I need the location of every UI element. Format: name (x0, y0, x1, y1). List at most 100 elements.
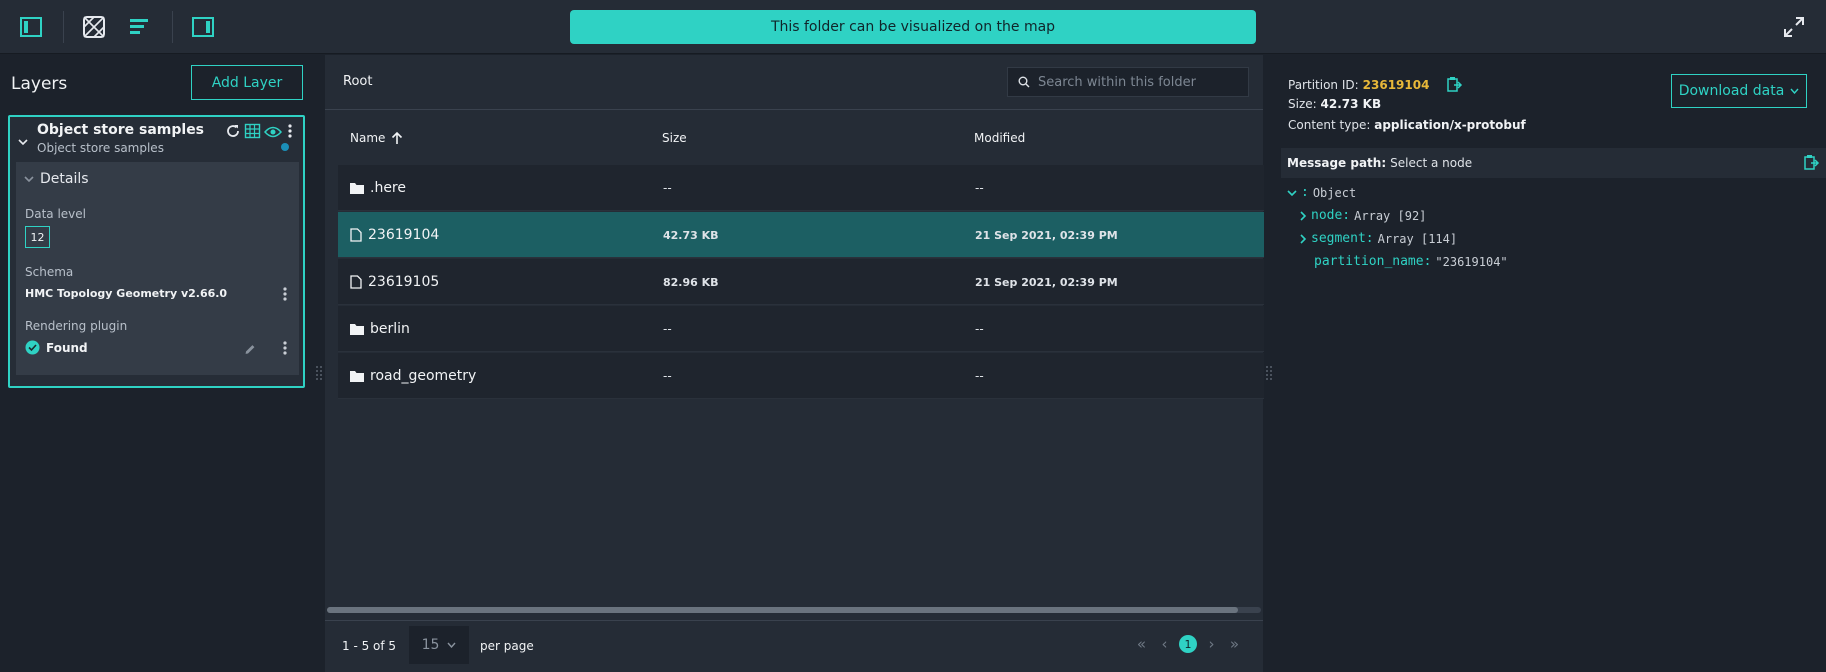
map-grid-icon[interactable] (80, 13, 108, 41)
row-name: 23619104 (368, 227, 440, 243)
right-resize-handle[interactable] (1265, 364, 1273, 382)
row-size: -- (663, 369, 672, 383)
chevron-down-icon (1790, 88, 1799, 94)
row-size: -- (663, 322, 672, 336)
toggle-left-panel-icon[interactable] (17, 13, 45, 41)
download-data-label: Download data (1678, 83, 1785, 99)
search-input[interactable] (1038, 74, 1238, 90)
table-row[interactable]: road_geometry -- -- (338, 353, 1264, 399)
tree-node-node[interactable]: node: Array [92] (1299, 208, 1426, 223)
chevron-right-icon (1300, 233, 1307, 244)
scrollbar-thumb[interactable] (327, 607, 1238, 613)
list-view-icon[interactable] (125, 13, 153, 41)
last-page-icon[interactable]: » (1226, 635, 1243, 653)
pagination: « ‹ 1 › » (1133, 635, 1243, 653)
plugin-status: Found (25, 340, 88, 355)
next-page-icon[interactable]: › (1203, 635, 1220, 653)
size-row: Size: 42.73 KB (1288, 97, 1381, 111)
tree-node-segment[interactable]: segment: Array [114] (1299, 231, 1457, 246)
folder-icon (350, 183, 364, 194)
horizontal-scrollbar[interactable] (327, 607, 1261, 613)
sort-ascending-icon (392, 131, 403, 144)
row-modified: -- (975, 322, 984, 336)
data-level-label: Data level (25, 207, 87, 221)
header-divider (325, 109, 1263, 110)
folder-search[interactable] (1007, 67, 1249, 97)
left-resize-handle[interactable] (315, 364, 323, 382)
tree-root-key: : (1301, 185, 1309, 200)
copy-clipboard-icon[interactable] (1802, 154, 1820, 172)
edit-pencil-icon[interactable] (244, 340, 256, 358)
fullscreen-icon[interactable] (1780, 13, 1808, 41)
tree-partition-value: "23619104" (1435, 254, 1508, 269)
row-size: 42.73 KB (663, 228, 719, 242)
table-grid-icon[interactable] (244, 123, 261, 143)
details-toggle[interactable]: Details (24, 171, 89, 187)
row-modified: -- (975, 181, 984, 195)
eye-icon[interactable] (263, 124, 283, 143)
copy-clipboard-icon[interactable] (1445, 76, 1463, 94)
row-size: -- (663, 181, 672, 195)
add-layer-button[interactable]: Add Layer (191, 65, 303, 100)
current-page[interactable]: 1 (1179, 635, 1197, 653)
size-value: 42.73 KB (1320, 97, 1382, 111)
file-icon (350, 228, 362, 242)
tree-partition-key: partition_name: (1314, 254, 1432, 269)
row-modified: 21 Sep 2021, 02:39 PM (975, 275, 1118, 289)
layer-subtitle: Object store samples (37, 141, 164, 155)
layer-card[interactable]: Object store samples Object store sample… (8, 115, 305, 388)
plugin-status-text: Found (46, 340, 88, 355)
layer-status-dot (281, 143, 289, 151)
refresh-icon[interactable] (225, 123, 241, 143)
content-type-value: application/x-protobuf (1374, 118, 1526, 132)
toggle-right-panel-icon[interactable] (189, 13, 217, 41)
size-label: Size: (1288, 97, 1317, 111)
first-page-icon[interactable]: « (1133, 635, 1150, 653)
chevron-right-icon (1300, 210, 1307, 221)
column-header-size[interactable]: Size (662, 131, 687, 145)
column-header-name[interactable]: Name (350, 131, 403, 145)
check-circle-icon (25, 340, 40, 355)
row-modified: 21 Sep 2021, 02:39 PM (975, 228, 1118, 242)
column-header-modified[interactable]: Modified (974, 131, 1025, 145)
schema-value: HMC Topology Geometry v2.66.0 (25, 287, 228, 300)
layer-details: Details Data level 12 Schema HMC Topolog… (16, 162, 299, 375)
table-row-selected[interactable]: 23619104 42.73 KB 21 Sep 2021, 02:39 PM (338, 212, 1264, 258)
download-data-button[interactable]: Download data (1671, 74, 1807, 108)
tree-node-value: Array [92] (1354, 208, 1427, 223)
more-vertical-icon[interactable] (279, 339, 291, 357)
toolbar-divider (172, 11, 173, 43)
tree-node-root[interactable]: : Object (1287, 185, 1356, 200)
partition-id-value: 23619104 (1362, 78, 1430, 92)
message-path-value: Select a node (1390, 156, 1473, 170)
per-page-select[interactable]: 15 (409, 626, 469, 664)
content-type-row: Content type: application/x-protobuf (1288, 118, 1526, 132)
rendering-plugin-label: Rendering plugin (25, 319, 128, 333)
tree-node-key: node: (1311, 208, 1351, 223)
chevron-down-icon[interactable] (18, 131, 28, 150)
file-icon (350, 275, 362, 289)
more-vertical-icon[interactable] (279, 285, 291, 303)
layers-title: Layers (11, 74, 68, 94)
table-row[interactable]: 23619105 82.96 KB 21 Sep 2021, 02:39 PM (338, 259, 1264, 305)
row-name: 23619105 (368, 274, 440, 290)
per-page-value: 15 (421, 637, 440, 653)
layer-title: Object store samples (37, 122, 205, 138)
partition-id-label: Partition ID: (1288, 78, 1359, 92)
more-vertical-icon[interactable] (285, 123, 295, 143)
toolbar-divider (63, 11, 64, 43)
table-row[interactable]: berlin -- -- (338, 306, 1264, 352)
breadcrumb[interactable]: Root (343, 74, 372, 89)
data-level-value: 12 (25, 226, 50, 248)
tree-node-partition-name[interactable]: partition_name: "23619104" (1314, 254, 1508, 269)
row-name: road_geometry (370, 368, 477, 384)
footer-divider (325, 620, 1263, 621)
table-row[interactable]: .here -- -- (338, 165, 1264, 211)
top-toolbar: This folder can be visualized on the map (0, 0, 1826, 54)
search-icon (1018, 76, 1030, 88)
prev-page-icon[interactable]: ‹ (1156, 635, 1173, 653)
pagination-range: 1 - 5 of 5 (342, 639, 397, 653)
tree-segment-value: Array [114] (1377, 231, 1458, 246)
map-visualize-banner[interactable]: This folder can be visualized on the map (570, 10, 1256, 44)
tree-segment-key: segment: (1311, 231, 1374, 246)
